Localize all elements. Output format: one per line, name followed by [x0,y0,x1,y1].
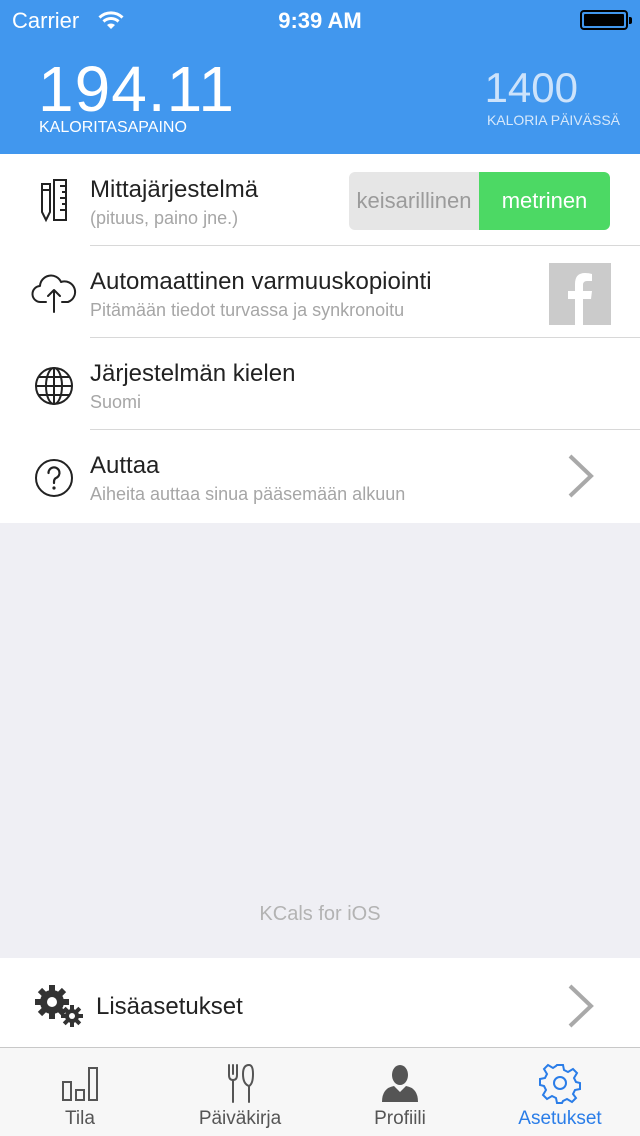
chevron-right-icon [568,984,594,1028]
units-subtitle: (pituus, paino jne.) [90,208,239,228]
chevron-right-icon [568,454,594,498]
facebook-icon[interactable] [549,263,611,325]
backup-row[interactable]: Automaattinen varmuuskopiointi Pitämään … [0,246,640,338]
tab-label: Asetukset [518,1108,602,1129]
tab-tila[interactable]: Tila [0,1048,160,1136]
more-settings-row[interactable]: Lisäasetukset [0,958,640,1047]
language-title: Järjestelmän kielen [90,360,296,387]
more-settings-title: Lisäasetukset [96,993,243,1020]
language-subtitle: Suomi [90,392,142,412]
calorie-balance-value: 194.11 [38,53,235,125]
backup-title: Automaattinen varmuuskopiointi [90,268,432,295]
units-row: Mittajärjestelmä (pituus, paino jne.) ke… [0,154,640,246]
tab-paivakirja[interactable]: Päiväkirja [160,1048,320,1136]
tab-profiili[interactable]: Profiili [320,1048,480,1136]
gears-icon [35,985,83,1027]
help-subtitle: Aiheita auttaa sinua pääsemään alkuun [90,484,406,504]
settings-list: Mittajärjestelmä (pituus, paino jne.) ke… [0,154,640,523]
help-icon [35,459,73,497]
language-row[interactable]: Järjestelmän kielen Suomi [0,338,640,430]
cloud-upload-icon [31,274,77,313]
globe-icon [35,367,73,405]
tab-label: Päiväkirja [198,1108,282,1129]
daily-calories-value[interactable]: 1400 [485,64,578,112]
units-segmented-control: keisarillinen metrinen [349,172,610,230]
fork-knife-icon [228,1063,255,1103]
pencil-ruler-icon [41,179,67,223]
clock: 9:39 AM [278,8,362,33]
imperial-option[interactable]: keisarillinen [349,172,479,230]
status-bar: Carrier 9:39 AM [0,0,640,40]
app-footer-text: KCals for iOS [259,903,381,925]
person-icon [382,1065,418,1102]
tab-label: Profiili [374,1108,426,1129]
tab-label: Tila [65,1108,95,1129]
calorie-balance-label: KALORITASAPAINO [39,119,187,136]
gear-icon [539,1063,581,1104]
tab-bar: Tila Päiväkirja Profiili Asetukset [0,1047,640,1136]
help-row[interactable]: Auttaa Aiheita auttaa sinua pääsemään al… [0,430,640,522]
metric-option[interactable]: metrinen [479,172,610,230]
header: Carrier 9:39 AM 194.11 KALORITASAPAINO 1… [0,0,640,154]
backup-subtitle: Pitämään tiedot turvassa ja synkronoitu [90,300,405,320]
help-title: Auttaa [90,452,160,479]
daily-calories-label: KALORIA PÄIVÄSSÄ [486,112,620,128]
tab-asetukset[interactable]: Asetukset [480,1048,640,1136]
bar-chart-icon [62,1067,98,1101]
units-title: Mittajärjestelmä [90,176,259,203]
battery-icon [580,10,632,30]
